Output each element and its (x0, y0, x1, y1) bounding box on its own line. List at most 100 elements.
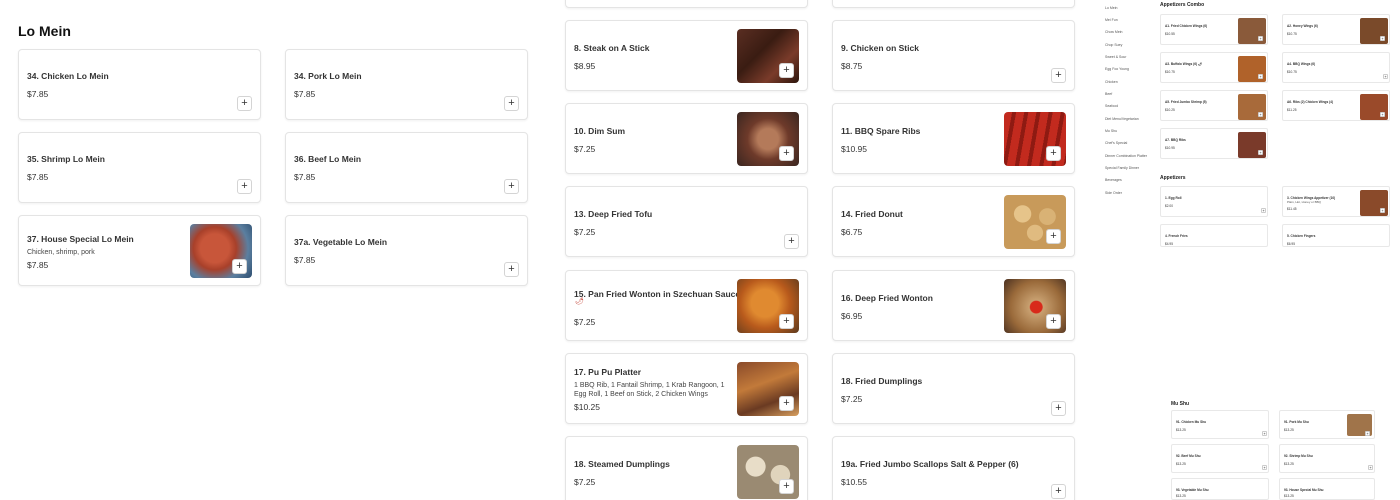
add-button[interactable]: + (779, 146, 794, 161)
item-price: $7.25 (841, 394, 863, 404)
add-button[interactable]: + (1261, 208, 1266, 213)
menu-item-pan-fried-wonton[interactable]: 15. Pan Fried Wonton in Szechuan Sauce 🌶… (565, 270, 808, 341)
add-button[interactable]: + (1258, 150, 1263, 155)
plus-icon: + (1050, 147, 1057, 159)
add-button[interactable]: + (1046, 314, 1061, 329)
add-button[interactable]: + (779, 314, 794, 329)
menu-item-bbq-spare-ribs[interactable]: 11. BBQ Spare Ribs $10.95 + (832, 103, 1075, 174)
mini-item-card[interactable]: A1. Fried Chicken Wings (6) $10.55 + (1160, 14, 1268, 45)
mini-nav-item[interactable]: Side Order (1105, 191, 1122, 195)
plus-icon: + (1055, 485, 1062, 497)
mini-nav-item[interactable]: Lo Mein (1105, 6, 1117, 10)
menu-item-deep-fried-tofu[interactable]: 13. Deep Fried Tofu $7.25 + (565, 186, 808, 257)
plus-icon: + (236, 260, 243, 272)
add-button[interactable]: + (1380, 208, 1385, 213)
mini-nav-item[interactable]: Chicken (1105, 80, 1118, 84)
menu-item-steak-on-stick[interactable]: 8. Steak on A Stick $8.95 + (565, 20, 808, 91)
mini-nav-item[interactable]: Dinner Combination Platter (1105, 154, 1147, 158)
menu-item-chicken-on-stick[interactable]: 9. Chicken on Stick $8.75 + (832, 20, 1075, 91)
add-button[interactable]: + (1046, 146, 1061, 161)
menu-item-vegetable-lo-mein[interactable]: 37a. Vegetable Lo Mein $7.85 + (285, 215, 528, 286)
plus-icon: + (1259, 74, 1262, 79)
mini-item-card[interactable]: 93. Vegetable Mu Shu $13.25 (1171, 478, 1269, 500)
menu-item-deep-fried-wonton[interactable]: 16. Deep Fried Wonton $6.95 + (832, 270, 1075, 341)
add-button[interactable]: + (1051, 484, 1066, 499)
menu-item-dim-sum[interactable]: 10. Dim Sum $7.25 + (565, 103, 808, 174)
add-button[interactable]: + (232, 259, 247, 274)
mini-section-title: Appetizers (1160, 175, 1186, 181)
mini-nav-item[interactable]: Diet Menu/Vegetarian (1105, 117, 1139, 121)
item-name: 18. Steamed Dumplings (574, 459, 670, 469)
add-button[interactable]: + (504, 262, 519, 277)
mini-item-card[interactable]: A7. BBQ Ribs $10.95 + (1160, 128, 1268, 159)
mini-nav-item[interactable]: Beverages (1105, 178, 1122, 182)
item-name: 36. Beef Lo Mein (294, 154, 362, 164)
add-button[interactable]: + (779, 63, 794, 78)
mini-nav-item[interactable]: Chop Suey (1105, 43, 1122, 47)
mini-item-card[interactable]: A3. Buffalo Wings (6) 🌶 $10.75 + (1160, 52, 1268, 83)
menu-item-fried-dumplings[interactable]: 18. Fried Dumplings $7.25 + (832, 353, 1075, 424)
plus-icon: + (1055, 402, 1062, 414)
mini-section-title: Appetizers Combo (1160, 2, 1205, 8)
mini-item-card[interactable]: 1. Egg Roll $2.00 + (1160, 186, 1268, 217)
menu-item-fried-donut[interactable]: 14. Fried Donut $6.75 + (832, 186, 1075, 257)
add-button[interactable]: + (1051, 401, 1066, 416)
mini-item-card[interactable]: 5. Chicken Fingers $6.95 (1282, 224, 1390, 247)
mini-nav-item[interactable]: Mu Shu (1105, 129, 1117, 133)
menu-item-house-special-lo-mein[interactable]: 37. House Special Lo Mein Chicken, shrim… (18, 215, 261, 286)
add-button[interactable]: + (784, 234, 799, 249)
mini-nav-item[interactable]: Egg Foo Young (1105, 67, 1129, 71)
item-name: 35. Shrimp Lo Mein (27, 154, 105, 164)
mini-item-card[interactable]: 4. French Fries $4.95 (1160, 224, 1268, 247)
add-button[interactable]: + (237, 96, 252, 111)
mini-item-card[interactable]: 92. Shrimp Mu Shu $13.25 + (1279, 444, 1375, 473)
mini-item-card[interactable]: A4. BBQ Wings (6) $10.75 + (1282, 52, 1390, 83)
menu-item-fried-jumbo-scallops[interactable]: 19a. Fried Jumbo Scallops Salt & Pepper … (832, 436, 1075, 500)
add-button[interactable]: + (504, 179, 519, 194)
menu-item-partial[interactable] (565, 0, 808, 8)
add-button[interactable]: + (504, 96, 519, 111)
add-button[interactable]: + (779, 396, 794, 411)
item-name: 11. BBQ Spare Ribs (841, 126, 921, 136)
add-button[interactable]: + (1046, 229, 1061, 244)
mini-nav-item[interactable]: Chef's Special (1105, 141, 1127, 145)
mini-nav-item[interactable]: Special Family Dinner (1105, 166, 1139, 170)
mini-item-card[interactable]: 92. Beef Mu Shu $13.25 + (1171, 444, 1269, 473)
mini-item-card[interactable]: A2. Honey Wings (6) $10.75 + (1282, 14, 1390, 45)
plus-icon: + (508, 263, 515, 275)
add-button[interactable]: + (1380, 112, 1385, 117)
menu-item-chicken-lo-mein[interactable]: 34. Chicken Lo Mein $7.85 + (18, 49, 261, 120)
add-button[interactable]: + (1258, 112, 1263, 117)
mini-item-card[interactable]: A5. Fried Jumbo Shrimp (5) $10.25 + (1160, 90, 1268, 121)
add-button[interactable]: + (1258, 74, 1263, 79)
add-button[interactable]: + (1380, 36, 1385, 41)
add-button[interactable]: + (1383, 74, 1388, 79)
mini-item-card[interactable]: 93. House Special Mu Shu $13.25 (1279, 478, 1375, 500)
add-button[interactable]: + (1365, 431, 1370, 436)
mini-nav-item[interactable]: Sweet & Sour (1105, 55, 1126, 59)
add-button[interactable]: + (779, 479, 794, 494)
mini-item-card[interactable]: A6. Ribs (2) Chicken Wings (4) $11.25 + (1282, 90, 1390, 121)
menu-item-beef-lo-mein[interactable]: 36. Beef Lo Mein $7.85 + (285, 132, 528, 203)
mini-item-card[interactable]: 91. Chicken Mu Shu $13.25 + (1171, 410, 1269, 439)
menu-item-partial[interactable] (832, 0, 1075, 8)
mini-nav-item[interactable]: Beef (1105, 92, 1112, 96)
mini-item-card[interactable]: 3. Chicken Wings Appetizer (10) Plain, H… (1282, 186, 1390, 217)
add-button[interactable]: + (1051, 68, 1066, 83)
add-button[interactable]: + (1262, 465, 1267, 470)
add-button[interactable]: + (1258, 36, 1263, 41)
plus-icon: + (508, 97, 515, 109)
mini-nav-item[interactable]: Mei Fun (1105, 18, 1118, 22)
menu-item-shrimp-lo-mein[interactable]: 35. Shrimp Lo Mein $7.85 + (18, 132, 261, 203)
add-button[interactable]: + (237, 179, 252, 194)
mini-nav-item[interactable]: Seafood (1105, 104, 1118, 108)
add-button[interactable]: + (1262, 431, 1267, 436)
menu-item-pork-lo-mein[interactable]: 34. Pork Lo Mein $7.85 + (285, 49, 528, 120)
mini-item-card[interactable]: 91. Pork Mu Shu $13.25 + (1279, 410, 1375, 439)
item-name: A6. Ribs (2) Chicken Wings (4) (1287, 100, 1334, 104)
menu-item-pu-pu-platter[interactable]: 17. Pu Pu Platter 1 BBQ Rib, 1 Fantail S… (565, 353, 808, 424)
item-price: $10.75 (1287, 70, 1297, 74)
add-button[interactable]: + (1368, 465, 1373, 470)
menu-item-steamed-dumplings[interactable]: 18. Steamed Dumplings $7.25 + (565, 436, 808, 500)
mini-nav-item[interactable]: Chow Mein (1105, 30, 1123, 34)
